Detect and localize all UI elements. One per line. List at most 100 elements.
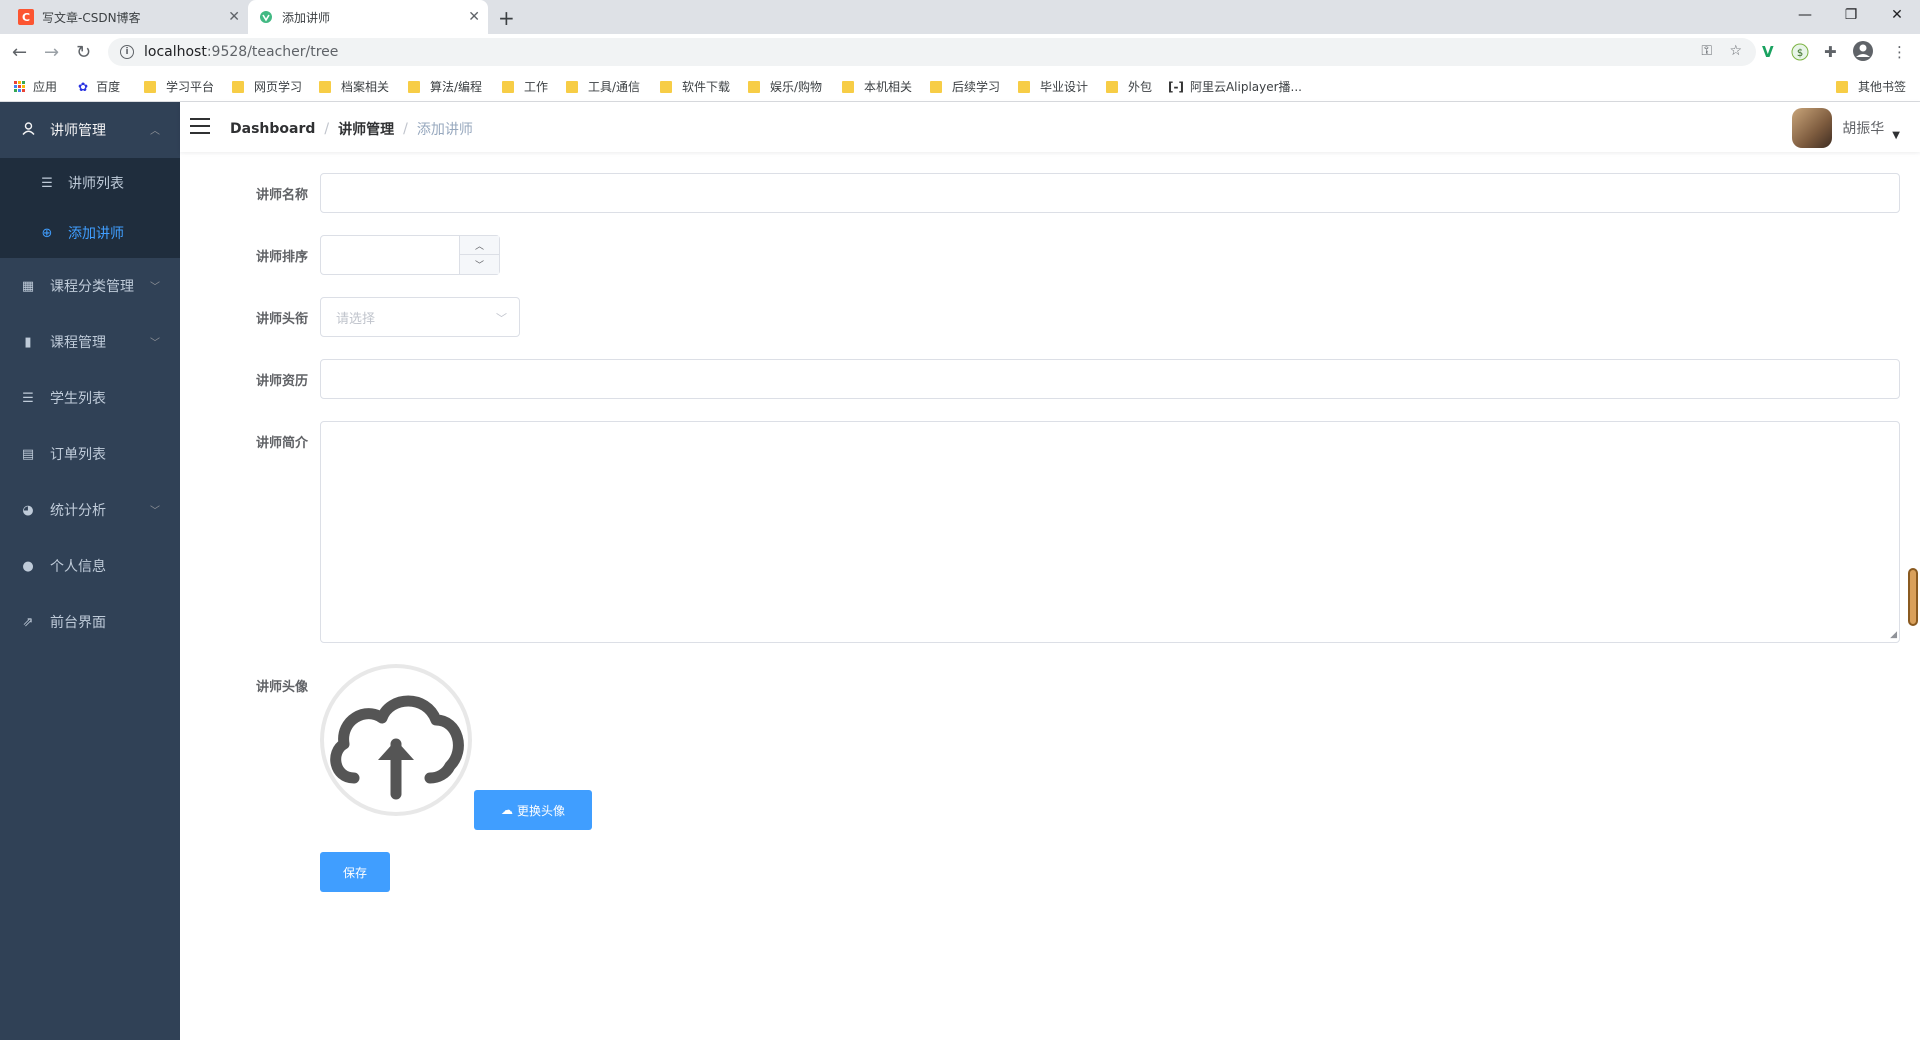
sidebar: 讲师管理 ︿ ☰ 讲师列表 ⊕ 添加讲师 ▦ 课程分类管理 ﹀ ▮ 课程管理 ﹀…: [0, 102, 180, 1040]
bookmark-folder[interactable]: 网页学习: [232, 78, 302, 95]
hamburger-icon[interactable]: [190, 118, 210, 134]
bookmark-apps[interactable]: 应用: [14, 78, 57, 95]
close-icon[interactable]: ✕: [228, 9, 240, 25]
avatar[interactable]: [1792, 108, 1833, 148]
user-dropdown[interactable]: 胡振华 ▼: [1792, 108, 1900, 148]
user-name: 胡振华: [1842, 121, 1885, 137]
stepper-buttons: ︿ ﹀: [459, 236, 499, 274]
url-host: localhost: [144, 44, 207, 60]
bookmark-baidu[interactable]: ✿ 百度: [78, 78, 120, 95]
book-icon: ▮: [24, 334, 32, 350]
bookmark-folder[interactable]: 档案相关: [319, 78, 389, 95]
key-icon[interactable]: ⚿: [1701, 43, 1712, 59]
level-label: 讲师头衔: [255, 312, 308, 327]
bookmark-folder[interactable]: 软件下载: [660, 78, 730, 95]
teacher-form: 讲师名称 讲师排序 ︿ ﹀ 讲师头衔 请选择 ﹀ 讲师资历 讲师简介 ◢ 讲师头…: [180, 152, 1920, 1040]
external-link-icon: ⇗: [22, 614, 34, 630]
decrease-icon[interactable]: ﹀: [460, 255, 499, 274]
document-icon: ▤: [21, 446, 35, 462]
new-tab-icon[interactable]: +: [498, 6, 515, 30]
bookmark-folder[interactable]: 算法/编程: [408, 78, 482, 95]
address-bar: ← → ↻ i localhost:9528/teacher/tree ⚿ ☆ …: [0, 34, 1920, 70]
bookmark-folder[interactable]: 工具/通信: [566, 78, 640, 95]
bookmark-other[interactable]: 其他书签: [1836, 78, 1906, 95]
green-extension-icon[interactable]: $: [1791, 43, 1809, 65]
minimize-icon[interactable]: —: [1782, 0, 1828, 30]
star-icon[interactable]: ☆: [1729, 43, 1742, 59]
close-icon[interactable]: ✕: [468, 9, 480, 25]
restore-icon[interactable]: ❐: [1828, 0, 1874, 30]
user-icon: [20, 121, 36, 139]
sidebar-item-profile[interactable]: ● 个人信息: [0, 538, 180, 594]
teacher-career-input[interactable]: [320, 359, 1900, 399]
forward-icon[interactable]: →: [44, 42, 59, 63]
url-input[interactable]: i localhost:9528/teacher/tree ⚿ ☆: [108, 38, 1756, 66]
breadcrumb-add-teacher: 添加讲师: [416, 122, 473, 138]
sidebar-item-teacher-management[interactable]: 讲师管理 ︿: [0, 102, 180, 158]
folder-icon: [842, 80, 854, 93]
teacher-level-select[interactable]: 请选择 ﹀: [320, 297, 520, 337]
scrollbar-thumb[interactable]: [1908, 568, 1918, 626]
teacher-name-input[interactable]: [320, 173, 1900, 213]
folder-icon: [144, 80, 156, 93]
name-label: 讲师名称: [255, 188, 308, 203]
person-icon: ●: [22, 558, 34, 574]
change-avatar-button[interactable]: ☁ 更换头像: [474, 790, 592, 830]
sidebar-item-add-teacher[interactable]: ⊕ 添加讲师: [0, 208, 180, 258]
plus-circle-icon: ⊕: [41, 225, 53, 241]
teacher-intro-textarea[interactable]: ◢: [320, 421, 1900, 643]
sort-label: 讲师排序: [255, 250, 308, 265]
folder-icon: [408, 80, 420, 93]
url-path: :9528/teacher/tree: [206, 44, 339, 60]
bookmark-folder[interactable]: 学习平台: [144, 78, 214, 95]
bookmark-folder[interactable]: 外包: [1106, 78, 1152, 95]
bookmark-folder[interactable]: 毕业设计: [1018, 78, 1088, 95]
bookmark-folder[interactable]: 工作: [502, 78, 548, 95]
breadcrumb-teacher-management[interactable]: 讲师管理: [338, 119, 394, 139]
browser-tab-add-teacher[interactable]: 添加讲师 ✕: [248, 0, 488, 34]
bookmark-folder[interactable]: 后续学习: [930, 78, 1000, 95]
increase-icon[interactable]: ︿: [460, 236, 499, 255]
caret-down-icon[interactable]: ▼: [1892, 130, 1900, 141]
bookmark-aliyun[interactable]: [-] 阿里云Aliplayer播...: [1168, 78, 1302, 95]
chevron-down-icon: ﹀: [150, 282, 160, 293]
sidebar-item-student-list[interactable]: ☰ 学生列表: [0, 370, 180, 426]
folder-icon: [232, 80, 244, 93]
apps-grid-icon: [14, 81, 25, 92]
sidebar-item-course-management[interactable]: ▮ 课程管理 ﹀: [0, 314, 180, 370]
site-info-icon[interactable]: i: [120, 45, 134, 59]
menu-kebab-icon[interactable]: ⋮: [1892, 43, 1907, 61]
select-placeholder: 请选择: [336, 311, 376, 327]
resize-grip-icon[interactable]: ◢: [1890, 630, 1897, 640]
sidebar-item-teacher-list[interactable]: ☰ 讲师列表: [0, 158, 180, 208]
sidebar-item-order-list[interactable]: ▤ 订单列表: [0, 426, 180, 482]
breadcrumb-separator: /: [324, 121, 330, 137]
chevron-down-icon: ﹀: [496, 312, 507, 325]
avatar-preview[interactable]: [320, 664, 472, 816]
reload-icon[interactable]: ↻: [76, 42, 91, 63]
aliyun-icon: [-]: [1168, 79, 1184, 94]
window-close-icon[interactable]: ✕: [1874, 0, 1920, 30]
csdn-favicon-icon: C: [18, 9, 34, 25]
chevron-down-icon: ﹀: [150, 506, 160, 517]
bookmark-folder[interactable]: 本机相关: [842, 78, 912, 95]
tab-title: 添加讲师: [282, 10, 331, 25]
puzzle-extensions-icon[interactable]: ✚: [1824, 43, 1837, 61]
sidebar-item-frontend[interactable]: ⇗ 前台界面: [0, 594, 180, 650]
back-icon[interactable]: ←: [12, 42, 27, 63]
folder-icon: [1018, 80, 1030, 93]
vue-favicon-icon: [258, 9, 274, 25]
browser-tab-csdn[interactable]: C 写文章-CSDN博客 ✕: [8, 0, 248, 34]
folder-icon: [660, 80, 672, 93]
sidebar-item-statistics[interactable]: ◕ 统计分析 ﹀: [0, 482, 180, 538]
breadcrumb-dashboard[interactable]: Dashboard: [230, 121, 315, 137]
teacher-sort-stepper[interactable]: ︿ ﹀: [320, 235, 500, 275]
profile-icon[interactable]: [1852, 40, 1874, 66]
vue-devtools-extension-icon[interactable]: V: [1762, 43, 1774, 61]
submenu: ☰ 讲师列表 ⊕ 添加讲师: [0, 158, 180, 258]
folder-icon: [930, 80, 942, 93]
sidebar-item-course-category[interactable]: ▦ 课程分类管理 ﹀: [0, 258, 180, 314]
avatar-label: 讲师头像: [255, 680, 308, 695]
bookmark-folder[interactable]: 娱乐/购物: [748, 78, 822, 95]
save-button[interactable]: 保存: [320, 852, 390, 892]
